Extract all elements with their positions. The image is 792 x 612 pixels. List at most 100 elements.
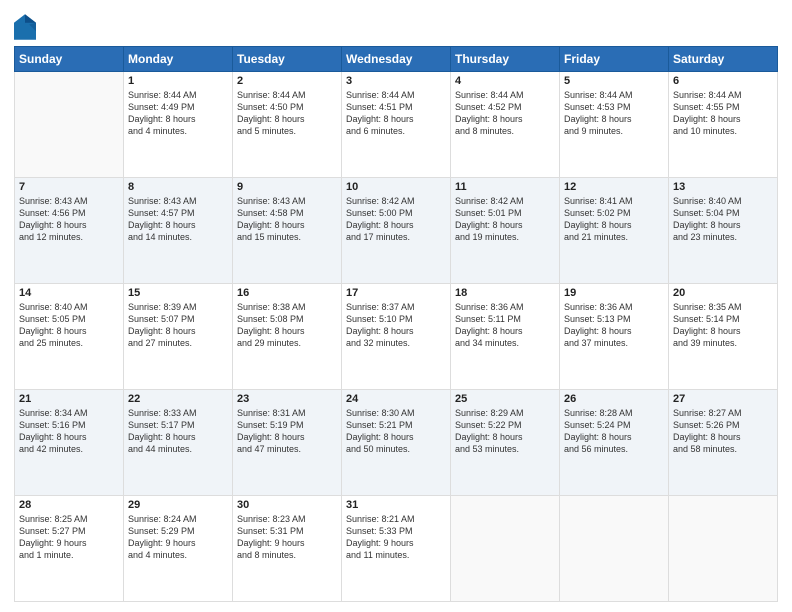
day-info: Sunrise: 8:41 AM Sunset: 5:02 PM Dayligh… [564, 195, 664, 244]
calendar-cell-week5-day5 [451, 496, 560, 602]
calendar-cell-week3-day5: 18 Sunrise: 8:36 AM Sunset: 5:11 PM Dayli… [451, 284, 560, 390]
calendar-table: SundayMondayTuesdayWednesdayThursdayFrid… [14, 46, 778, 602]
calendar-cell-week3-day7: 20 Sunrise: 8:35 AM Sunset: 5:14 PM Dayli… [669, 284, 778, 390]
calendar-header-row: SundayMondayTuesdayWednesdayThursdayFrid… [15, 47, 778, 72]
calendar-cell-week4-day6: 26 Sunrise: 8:28 AM Sunset: 5:24 PM Dayli… [560, 390, 669, 496]
day-info: Sunrise: 8:36 AM Sunset: 5:13 PM Dayligh… [564, 301, 664, 350]
day-number: 30 [237, 499, 337, 511]
calendar-cell-week2-day6: 12 Sunrise: 8:41 AM Sunset: 5:02 PM Dayli… [560, 178, 669, 284]
day-info: Sunrise: 8:23 AM Sunset: 5:31 PM Dayligh… [237, 513, 337, 562]
day-number: 1 [128, 75, 228, 87]
day-info: Sunrise: 8:43 AM Sunset: 4:57 PM Dayligh… [128, 195, 228, 244]
day-number: 21 [19, 393, 119, 405]
day-info: Sunrise: 8:34 AM Sunset: 5:16 PM Dayligh… [19, 407, 119, 456]
calendar-cell-week1-day2: 1 Sunrise: 8:44 AM Sunset: 4:49 PM Daylig… [124, 72, 233, 178]
calendar-cell-week4-day2: 22 Sunrise: 8:33 AM Sunset: 5:17 PM Dayli… [124, 390, 233, 496]
day-info: Sunrise: 8:43 AM Sunset: 4:56 PM Dayligh… [19, 195, 119, 244]
day-info: Sunrise: 8:44 AM Sunset: 4:51 PM Dayligh… [346, 89, 446, 138]
day-info: Sunrise: 8:42 AM Sunset: 5:01 PM Dayligh… [455, 195, 555, 244]
day-info: Sunrise: 8:37 AM Sunset: 5:10 PM Dayligh… [346, 301, 446, 350]
day-info: Sunrise: 8:35 AM Sunset: 5:14 PM Dayligh… [673, 301, 773, 350]
day-number: 22 [128, 393, 228, 405]
day-number: 8 [128, 181, 228, 193]
header-friday: Friday [560, 47, 669, 72]
calendar-cell-week1-day1 [15, 72, 124, 178]
calendar-week-3: 14 Sunrise: 8:40 AM Sunset: 5:05 PM Dayli… [15, 284, 778, 390]
day-number: 15 [128, 287, 228, 299]
day-info: Sunrise: 8:27 AM Sunset: 5:26 PM Dayligh… [673, 407, 773, 456]
day-info: Sunrise: 8:33 AM Sunset: 5:17 PM Dayligh… [128, 407, 228, 456]
calendar-week-5: 28 Sunrise: 8:25 AM Sunset: 5:27 PM Dayli… [15, 496, 778, 602]
day-number: 11 [455, 181, 555, 193]
calendar-cell-week3-day1: 14 Sunrise: 8:40 AM Sunset: 5:05 PM Dayli… [15, 284, 124, 390]
page: SundayMondayTuesdayWednesdayThursdayFrid… [0, 0, 792, 612]
header-sunday: Sunday [15, 47, 124, 72]
day-number: 5 [564, 75, 664, 87]
header-wednesday: Wednesday [342, 47, 451, 72]
day-number: 12 [564, 181, 664, 193]
day-info: Sunrise: 8:42 AM Sunset: 5:00 PM Dayligh… [346, 195, 446, 244]
day-info: Sunrise: 8:44 AM Sunset: 4:55 PM Dayligh… [673, 89, 773, 138]
day-info: Sunrise: 8:31 AM Sunset: 5:19 PM Dayligh… [237, 407, 337, 456]
header-monday: Monday [124, 47, 233, 72]
day-info: Sunrise: 8:21 AM Sunset: 5:33 PM Dayligh… [346, 513, 446, 562]
day-number: 25 [455, 393, 555, 405]
calendar-cell-week2-day3: 9 Sunrise: 8:43 AM Sunset: 4:58 PM Daylig… [233, 178, 342, 284]
calendar-cell-week1-day4: 3Sunrise: 8:44 AM Sunset: 4:51 PM Daylig… [342, 72, 451, 178]
calendar-cell-week4-day5: 25 Sunrise: 8:29 AM Sunset: 5:22 PM Dayli… [451, 390, 560, 496]
calendar-cell-week1-day5: 4 Sunrise: 8:44 AM Sunset: 4:52 PM Daylig… [451, 72, 560, 178]
day-number: 4 [455, 75, 555, 87]
day-number: 20 [673, 287, 773, 299]
day-number: 10 [346, 181, 446, 193]
day-number: 29 [128, 499, 228, 511]
calendar-cell-week4-day7: 27Sunrise: 8:27 AM Sunset: 5:26 PM Dayli… [669, 390, 778, 496]
day-info: Sunrise: 8:44 AM Sunset: 4:52 PM Dayligh… [455, 89, 555, 138]
day-number: 9 [237, 181, 337, 193]
calendar-cell-week5-day4: 31Sunrise: 8:21 AM Sunset: 5:33 PM Dayli… [342, 496, 451, 602]
calendar-cell-week4-day4: 24 Sunrise: 8:30 AM Sunset: 5:21 PM Dayli… [342, 390, 451, 496]
day-info: Sunrise: 8:39 AM Sunset: 5:07 PM Dayligh… [128, 301, 228, 350]
day-info: Sunrise: 8:44 AM Sunset: 4:50 PM Dayligh… [237, 89, 337, 138]
day-info: Sunrise: 8:43 AM Sunset: 4:58 PM Dayligh… [237, 195, 337, 244]
day-number: 23 [237, 393, 337, 405]
calendar-cell-week2-day7: 13 Sunrise: 8:40 AM Sunset: 5:04 PM Dayli… [669, 178, 778, 284]
day-number: 24 [346, 393, 446, 405]
calendar-cell-week2-day4: 10 Sunrise: 8:42 AM Sunset: 5:00 PM Dayli… [342, 178, 451, 284]
calendar-cell-week5-day7 [669, 496, 778, 602]
day-info: Sunrise: 8:29 AM Sunset: 5:22 PM Dayligh… [455, 407, 555, 456]
day-info: Sunrise: 8:30 AM Sunset: 5:21 PM Dayligh… [346, 407, 446, 456]
day-number: 7 [19, 181, 119, 193]
calendar-cell-week1-day3: 2Sunrise: 8:44 AM Sunset: 4:50 PM Daylig… [233, 72, 342, 178]
header-saturday: Saturday [669, 47, 778, 72]
calendar-cell-week2-day2: 8 Sunrise: 8:43 AM Sunset: 4:57 PM Daylig… [124, 178, 233, 284]
day-info: Sunrise: 8:40 AM Sunset: 5:04 PM Dayligh… [673, 195, 773, 244]
day-info: Sunrise: 8:40 AM Sunset: 5:05 PM Dayligh… [19, 301, 119, 350]
day-number: 26 [564, 393, 664, 405]
day-info: Sunrise: 8:44 AM Sunset: 4:49 PM Dayligh… [128, 89, 228, 138]
day-info: Sunrise: 8:38 AM Sunset: 5:08 PM Dayligh… [237, 301, 337, 350]
calendar-cell-week5-day1: 28 Sunrise: 8:25 AM Sunset: 5:27 PM Dayli… [15, 496, 124, 602]
logo [14, 14, 38, 40]
day-info: Sunrise: 8:24 AM Sunset: 5:29 PM Dayligh… [128, 513, 228, 562]
calendar-cell-week5-day6 [560, 496, 669, 602]
calendar-week-2: 7 Sunrise: 8:43 AM Sunset: 4:56 PM Daylig… [15, 178, 778, 284]
day-number: 19 [564, 287, 664, 299]
calendar-week-4: 21 Sunrise: 8:34 AM Sunset: 5:16 PM Dayli… [15, 390, 778, 496]
day-number: 13 [673, 181, 773, 193]
day-info: Sunrise: 8:44 AM Sunset: 4:53 PM Dayligh… [564, 89, 664, 138]
calendar-cell-week4-day3: 23 Sunrise: 8:31 AM Sunset: 5:19 PM Dayli… [233, 390, 342, 496]
calendar-cell-week4-day1: 21 Sunrise: 8:34 AM Sunset: 5:16 PM Dayli… [15, 390, 124, 496]
day-number: 28 [19, 499, 119, 511]
day-info: Sunrise: 8:25 AM Sunset: 5:27 PM Dayligh… [19, 513, 119, 562]
logo-icon [14, 14, 36, 40]
calendar-week-1: 1 Sunrise: 8:44 AM Sunset: 4:49 PM Daylig… [15, 72, 778, 178]
calendar-cell-week1-day6: 5 Sunrise: 8:44 AM Sunset: 4:53 PM Daylig… [560, 72, 669, 178]
header-thursday: Thursday [451, 47, 560, 72]
calendar-cell-week3-day4: 17Sunrise: 8:37 AM Sunset: 5:10 PM Dayli… [342, 284, 451, 390]
day-info: Sunrise: 8:28 AM Sunset: 5:24 PM Dayligh… [564, 407, 664, 456]
day-info: Sunrise: 8:36 AM Sunset: 5:11 PM Dayligh… [455, 301, 555, 350]
calendar-cell-week5-day3: 30 Sunrise: 8:23 AM Sunset: 5:31 PM Dayli… [233, 496, 342, 602]
day-number: 14 [19, 287, 119, 299]
day-number: 18 [455, 287, 555, 299]
calendar-cell-week3-day3: 16Sunrise: 8:38 AM Sunset: 5:08 PM Dayli… [233, 284, 342, 390]
